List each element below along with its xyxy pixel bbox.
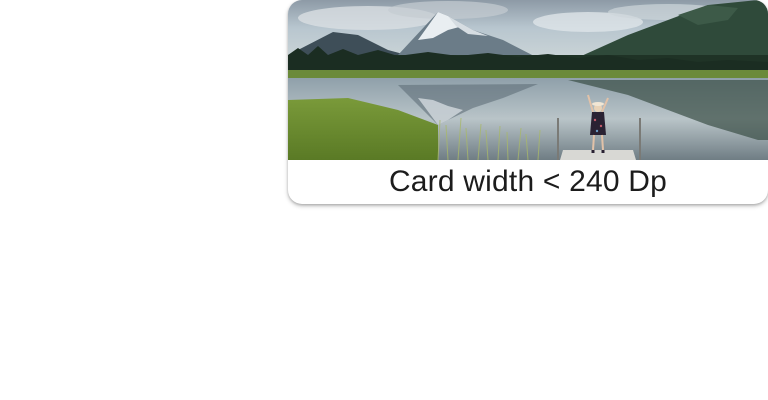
- image-card[interactable]: Card width < 240 Dp: [288, 0, 768, 204]
- landscape-image: [288, 0, 768, 160]
- card-caption: Card width < 240 Dp: [388, 165, 668, 198]
- screen: Card width < 240 Dp: [0, 0, 768, 400]
